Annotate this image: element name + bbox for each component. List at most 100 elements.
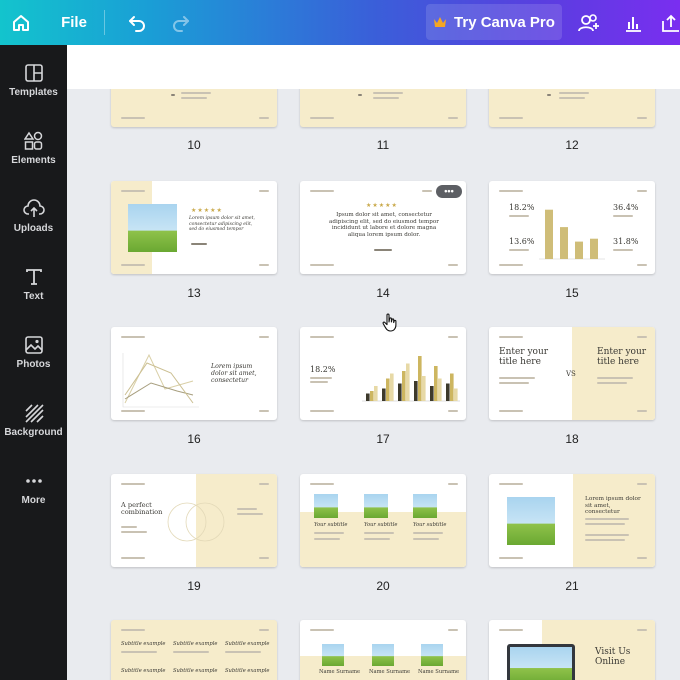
chart-bar <box>454 388 458 401</box>
page-18-vs: VS <box>566 370 576 378</box>
page-thumbnail-20[interactable]: Your subtitle Your subtitle Your subtitl… <box>300 474 466 567</box>
top-toolbar: File Try Canva Pro <box>0 0 680 45</box>
sidebar-item-background[interactable]: Background <box>0 389 67 451</box>
page-16-line-chart <box>122 353 199 408</box>
page-20-subtitle-3: Your subtitle <box>413 522 447 528</box>
chart-bar <box>406 363 410 401</box>
page-15-stat-2: 36.4% <box>613 203 639 212</box>
chart-bar <box>575 241 583 259</box>
try-canva-pro-label: Try Canva Pro <box>454 13 555 31</box>
sidebar-item-more[interactable]: More <box>0 457 67 519</box>
sidebar-item-elements[interactable]: Elements <box>0 117 67 179</box>
page-15-stat-3: 13.6% <box>509 237 535 246</box>
page-thumbnail-14[interactable]: ★★★★★ Ipsum dolor sit amet, consectetur … <box>300 181 466 274</box>
try-canva-pro-button[interactable]: Try Canva Pro <box>426 4 562 40</box>
sidebar-item-uploads[interactable]: Uploads <box>0 185 67 247</box>
page-number: 11 <box>376 138 390 152</box>
page-number: 12 <box>565 138 579 152</box>
page-number: 10 <box>187 138 201 152</box>
page-17-bar-chart <box>362 356 460 402</box>
page-23-name-2: Name Surname <box>369 669 411 675</box>
background-icon <box>24 403 44 423</box>
page-thumbnail-10[interactable] <box>111 89 277 127</box>
page-number: 15 <box>565 286 579 300</box>
templates-icon <box>24 63 43 82</box>
page-15-stat-1: 18.2% <box>509 203 535 212</box>
page-thumbnail-13[interactable]: ★★★★★ Lorem ipsum dolor sit amet, consec… <box>111 181 277 274</box>
sidebar-item-text[interactable]: Text <box>0 253 67 315</box>
sidebar-item-label: Elements <box>11 154 56 166</box>
page-24-title: Visit Us Online <box>595 647 631 667</box>
page-23-name-1: Name Surname <box>319 669 361 675</box>
page-number: 19 <box>187 579 201 593</box>
page-17-stat: 18.2% <box>310 365 336 374</box>
sidebar-item-templates[interactable]: Templates <box>0 49 67 111</box>
page-23-name-3: Name Surname <box>418 669 460 675</box>
page-thumbnail-17[interactable]: 18.2% <box>300 327 466 420</box>
page-22-subtitle-5: Subtitle example <box>173 668 218 674</box>
page-20-subtitle-1: Your subtitle <box>314 522 348 528</box>
chart-bar <box>382 388 386 401</box>
sidebar-item-label: More <box>21 494 46 506</box>
page-22-subtitle-6: Subtitle example <box>225 668 270 674</box>
page-thumbnail-16[interactable]: Lorem ipsum dolor sit amet, consectetur <box>111 327 277 420</box>
file-menu-button[interactable]: File <box>52 0 96 45</box>
page-13-text: Lorem ipsum dolor sit amet, consectetur … <box>189 216 255 232</box>
left-sidebar: Templates Elements Uploads Text Photos B… <box>0 45 67 680</box>
chart-bar <box>450 373 454 401</box>
page-thumbnail-21[interactable]: Lorem ipsum dolor sit amet, consectetur <box>489 474 655 567</box>
page-20-subtitle-2: Your subtitle <box>364 522 398 528</box>
chart-bar <box>366 393 370 401</box>
redo-button[interactable] <box>166 0 196 45</box>
hand-cursor-icon <box>382 313 397 332</box>
page-options-button[interactable]: ••• <box>436 185 462 198</box>
share-people-button[interactable] <box>572 0 606 45</box>
sidebar-item-label: Templates <box>9 86 58 98</box>
page-thumbnail-18[interactable]: Enter your title here Enter your title h… <box>489 327 655 420</box>
page-number: 21 <box>565 579 579 593</box>
crown-icon <box>434 17 447 27</box>
page-21-text: Lorem ipsum dolor sit amet, consectetur <box>585 496 641 516</box>
undo-icon <box>129 15 145 32</box>
page-thumbnail-15[interactable]: 18.2% 36.4% 13.6% 31.8% <box>489 181 655 274</box>
page-19-title: A perfect combination <box>121 501 163 517</box>
analytics-button[interactable] <box>618 0 648 45</box>
page-22-subtitle-1: Subtitle example <box>121 641 166 647</box>
chart-bar <box>390 373 394 401</box>
page-22-subtitle-2: Subtitle example <box>173 641 218 647</box>
page-16-text: Lorem ipsum dolor sit amet, consectetur <box>211 363 257 384</box>
home-button[interactable] <box>4 0 38 45</box>
analytics-icon <box>626 16 641 32</box>
chart-bar <box>370 391 374 401</box>
page-thumbnail-22[interactable]: Subtitle example Subtitle example Subtit… <box>111 620 277 680</box>
page-number: 16 <box>187 432 201 446</box>
text-icon <box>25 268 42 285</box>
chart-bar <box>434 366 438 401</box>
page-number: 18 <box>565 432 579 446</box>
page-number: 17 <box>376 432 390 446</box>
photos-icon <box>24 335 43 354</box>
upload-button[interactable] <box>660 0 680 45</box>
page-thumbnail-24[interactable]: Visit Us Online <box>489 620 655 680</box>
page-thumbnail-11[interactable] <box>300 89 466 127</box>
sidebar-item-label: Uploads <box>13 222 54 234</box>
share-people-icon <box>578 13 599 31</box>
page-thumbnail-19[interactable]: A perfect combination <box>111 474 277 567</box>
chart-bar <box>386 378 390 401</box>
chart-bar <box>430 386 434 401</box>
page-thumbnail-23[interactable]: Name Surname Name Surname Name Surname <box>300 620 466 680</box>
sidebar-item-label: Text <box>23 290 44 302</box>
undo-button[interactable] <box>122 0 152 45</box>
page-22-subtitle-3: Subtitle example <box>225 641 270 647</box>
page-15-bar-chart <box>539 209 605 260</box>
chart-bar <box>414 381 418 401</box>
page-19-venn-diagram <box>167 502 225 542</box>
sidebar-item-photos[interactable]: Photos <box>0 321 67 383</box>
page-grid: 10 11 12 ★★★★★ Lorem ipsum dolor sit ame… <box>67 89 680 680</box>
page-thumbnail-12[interactable] <box>489 89 655 127</box>
chart-bar <box>438 378 442 401</box>
editor-header-strip <box>67 45 680 89</box>
page-18-right-title: Enter your title here <box>597 347 647 367</box>
elements-icon <box>23 131 42 150</box>
page-number: 13 <box>187 286 201 300</box>
